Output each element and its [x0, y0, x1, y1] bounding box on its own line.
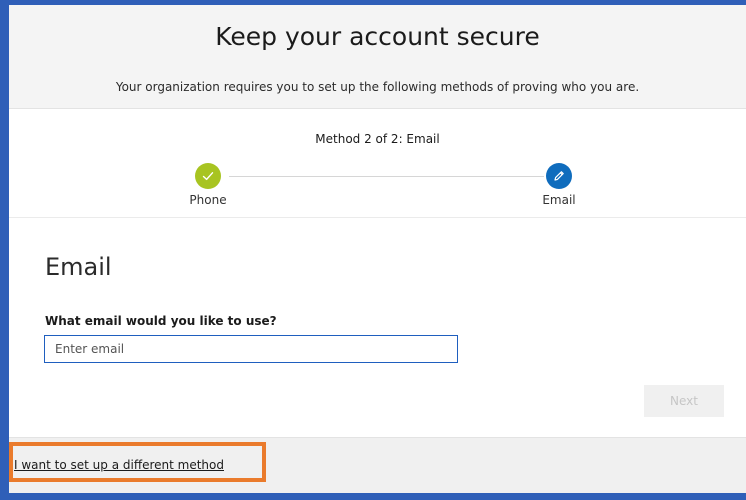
setup-window: Keep your account secure Your organizati…	[9, 5, 746, 493]
step-phone-indicator	[195, 163, 221, 189]
pencil-icon	[554, 171, 564, 181]
method-progress: Method 2 of 2: Email Phone Email	[9, 109, 746, 218]
next-button[interactable]: Next	[644, 385, 724, 417]
different-method-link[interactable]: I want to set up a different method	[14, 458, 224, 472]
step-email-label: Email	[542, 193, 576, 207]
email-input[interactable]	[44, 335, 458, 363]
highlight-annotation: I want to set up a different method	[9, 442, 266, 482]
page-title: Keep your account secure	[215, 22, 540, 51]
header: Keep your account secure Your organizati…	[9, 5, 746, 109]
section-title: Email	[45, 253, 112, 281]
email-method-form: Email What email would you like to use? …	[9, 218, 746, 437]
check-icon	[202, 172, 214, 181]
email-field-label: What email would you like to use?	[45, 314, 277, 328]
page-subtitle: Your organization requires you to set up…	[115, 80, 640, 94]
progress-line	[229, 176, 544, 177]
step-email-indicator	[546, 163, 572, 189]
step-phone-label: Phone	[189, 193, 227, 207]
method-step-caption: Method 2 of 2: Email	[315, 132, 440, 146]
